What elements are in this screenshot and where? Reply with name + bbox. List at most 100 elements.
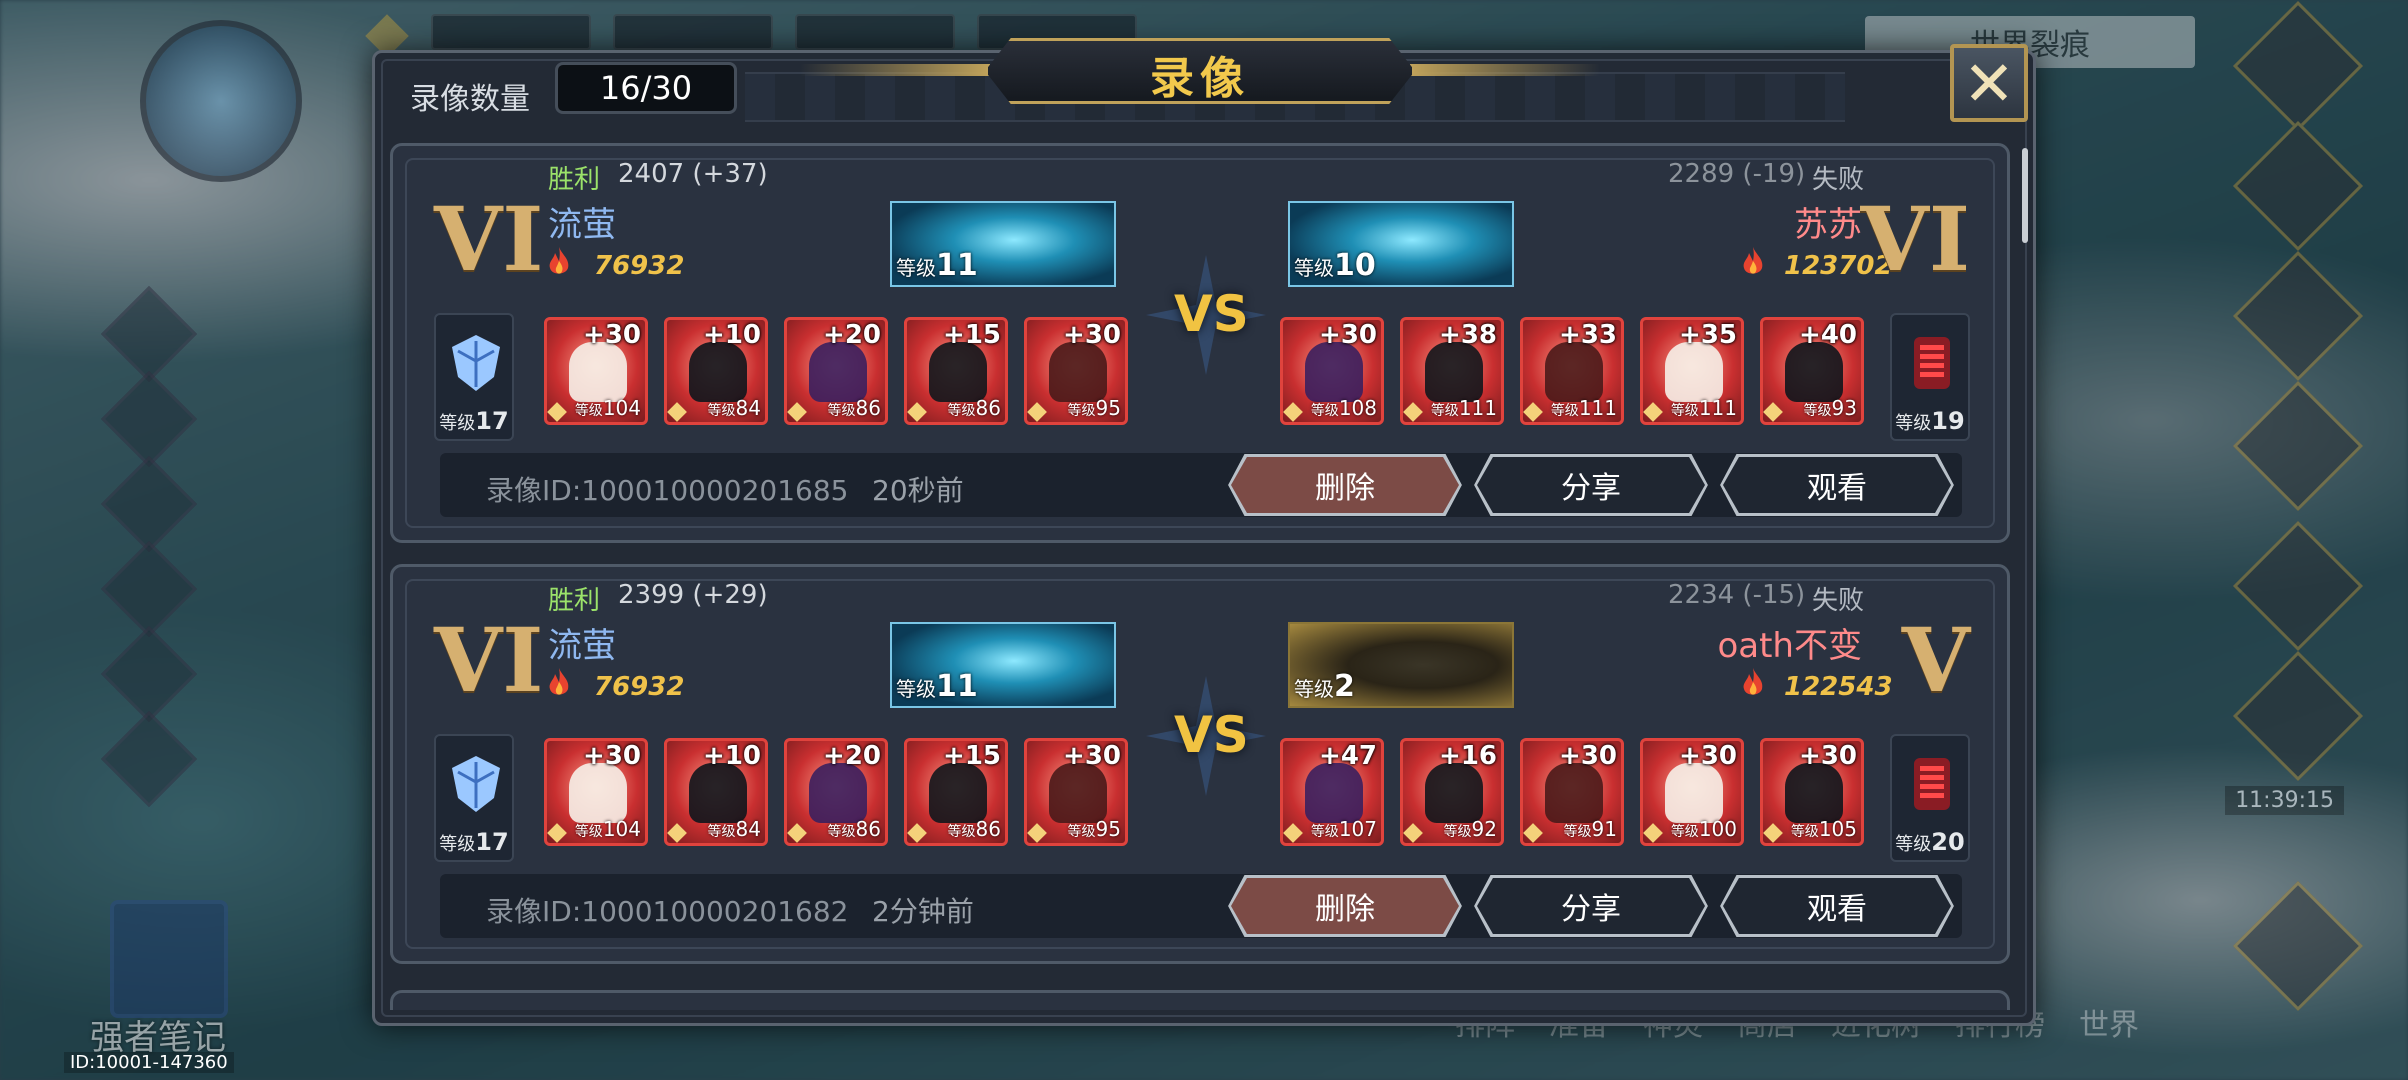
left-unit-card[interactable]: +30 等级95: [1024, 738, 1128, 846]
left-shield-slot: 等级17: [434, 734, 514, 862]
world-icon[interactable]: [2232, 880, 2364, 1012]
right-unit-card[interactable]: +30 等级108: [1280, 317, 1384, 425]
level-label: 等级: [574, 403, 603, 419]
level-label: 等级: [1790, 824, 1819, 840]
button-label: 分享: [1561, 471, 1621, 506]
level-label: 等级: [1294, 677, 1334, 701]
unit-level: 等级111: [1431, 396, 1497, 420]
level-label: 等级: [896, 256, 936, 280]
level-value: 11: [936, 669, 978, 704]
level-value: 17: [475, 407, 509, 435]
left-unit-card[interactable]: +30 等级104: [544, 738, 648, 846]
right-unit-card[interactable]: +16 等级92: [1400, 738, 1504, 846]
unit-level: 等级86: [828, 396, 881, 420]
menu-node-icon[interactable]: [2232, 650, 2364, 782]
flame-icon: [1742, 668, 1764, 702]
right-unit-card[interactable]: +47 等级107: [1280, 738, 1384, 846]
level-label: 等级: [1803, 403, 1832, 419]
share-button[interactable]: 分享: [1474, 454, 1708, 516]
share-button[interactable]: 分享: [1474, 875, 1708, 937]
right-unit-card[interactable]: +35 等级111: [1640, 317, 1744, 425]
menu-node-icon[interactable]: [2232, 380, 2364, 512]
level-label: 等级: [1443, 824, 1472, 840]
menu-node-icon[interactable]: [2232, 520, 2364, 652]
star-icon: [1523, 823, 1543, 843]
star-icon: [787, 823, 807, 843]
unit-level: 等级100: [1671, 817, 1737, 841]
right-unit-card[interactable]: +40 等级93: [1760, 317, 1864, 425]
shield-icon: [450, 754, 502, 818]
left-unit-card[interactable]: +20 等级86: [784, 738, 888, 846]
left-unit-card[interactable]: +10 等级84: [664, 317, 768, 425]
level-value: 84: [735, 817, 761, 841]
close-icon[interactable]: ✕: [1950, 44, 2028, 122]
menu-node-icon[interactable]: [2232, 0, 2364, 132]
delete-button[interactable]: 删除: [1228, 875, 1462, 937]
left-player-name: 流萤: [548, 205, 616, 245]
menu-node-icon[interactable]: [2232, 250, 2364, 382]
unit-plus: +30: [1319, 320, 1377, 350]
level-label: 等级: [896, 677, 936, 701]
delete-button[interactable]: 删除: [1228, 454, 1462, 516]
unit-plus: +30: [583, 320, 641, 350]
left-unit-card[interactable]: +20 等级86: [784, 317, 888, 425]
star-icon: [1283, 402, 1303, 422]
left-rank-badge: VI: [434, 187, 544, 291]
right-player-name: oath不变: [1717, 626, 1862, 666]
unit-level: 等级104: [575, 396, 641, 420]
replay-count-value: 16/30: [555, 62, 737, 114]
left-unit-card[interactable]: +30 等级104: [544, 317, 648, 425]
unit-portrait-icon: [1785, 763, 1843, 823]
list-scrollbar[interactable]: [2022, 148, 2028, 243]
level-label: 等级: [1563, 824, 1592, 840]
unit-level: 等级84: [708, 817, 761, 841]
guild-emblem[interactable]: [100, 10, 330, 200]
shield-level: 等级19: [1892, 407, 1968, 435]
unit-level: 等级108: [1311, 396, 1377, 420]
menu-node-icon[interactable]: [2232, 120, 2364, 252]
right-unit-card[interactable]: +33 等级111: [1520, 317, 1624, 425]
right-result: 失败: [1812, 165, 1865, 195]
right-unit-card[interactable]: +30 等级105: [1760, 738, 1864, 846]
level-value: 2: [1334, 669, 1355, 704]
flame-icon: [1742, 247, 1764, 281]
left-unit-card[interactable]: +15 等级86: [904, 738, 1008, 846]
unit-level: 等级93: [1804, 396, 1857, 420]
left-unit-card[interactable]: +15 等级86: [904, 317, 1008, 425]
unit-level: 等级111: [1671, 396, 1737, 420]
list-item-partial: [390, 990, 2010, 1010]
right-unit-card[interactable]: +30 等级91: [1520, 738, 1624, 846]
level-value: 111: [1698, 396, 1737, 420]
level-label: 等级: [827, 824, 856, 840]
unit-portrait-icon: [569, 763, 627, 823]
left-unit-card[interactable]: +10 等级84: [664, 738, 768, 846]
left-shield-slot: 等级17: [434, 313, 514, 441]
level-value: 108: [1338, 396, 1377, 420]
unit-plus: +10: [703, 741, 761, 771]
unit-portrait-icon: [929, 342, 987, 402]
button-label: 删除: [1315, 892, 1375, 927]
left-player-name: 流萤: [548, 626, 616, 666]
banner-level: 等级10: [1294, 248, 1376, 283]
level-value: 86: [855, 817, 881, 841]
level-value: 95: [1095, 817, 1121, 841]
unit-portrait-icon: [1049, 342, 1107, 402]
level-value: 86: [975, 817, 1001, 841]
unit-plus: +15: [943, 741, 1001, 771]
watch-button[interactable]: 观看: [1720, 454, 1954, 516]
nav-item[interactable]: 世界: [2079, 1000, 2139, 1044]
watch-button[interactable]: 观看: [1720, 875, 1954, 937]
level-label: 等级: [1067, 403, 1096, 419]
unit-portrait-icon: [1425, 342, 1483, 402]
level-value: 111: [1578, 396, 1617, 420]
right-unit-card[interactable]: +30 等级100: [1640, 738, 1744, 846]
level-label: 等级: [947, 403, 976, 419]
notes-book-icon[interactable]: [110, 900, 228, 1018]
right-unit-card[interactable]: +38 等级111: [1400, 317, 1504, 425]
replay-count-label: 录像数量: [410, 82, 530, 117]
level-value: 20: [1931, 828, 1965, 856]
left-unit-card[interactable]: +30 等级95: [1024, 317, 1128, 425]
star-icon: [1643, 823, 1663, 843]
left-banner: 等级11: [890, 622, 1116, 708]
star-icon: [1523, 402, 1543, 422]
